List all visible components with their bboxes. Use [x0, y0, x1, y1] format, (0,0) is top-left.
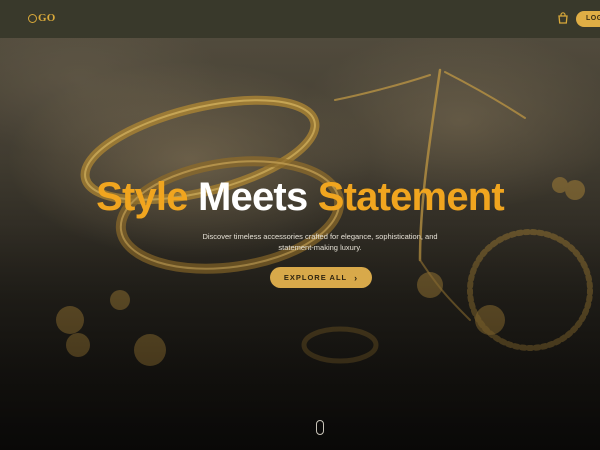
explore-all-label: EXPLORE ALL	[283, 273, 348, 282]
shopping-bag-icon[interactable]	[556, 11, 570, 25]
brand-logo[interactable]: GO	[28, 10, 56, 26]
hero-title-word-statement: Statement	[317, 175, 505, 219]
logo-ring-icon	[28, 13, 37, 23]
hero-subtitle: Discover timeless accessories crafted fo…	[190, 231, 450, 253]
chevron-right-icon: ›	[354, 272, 359, 283]
hero-title-word-meets: Meets	[198, 175, 308, 219]
explore-all-button[interactable]: EXPLORE ALL ›	[270, 267, 372, 288]
hero-subtitle-line-1: Discover timeless accessories crafted fo…	[202, 232, 438, 241]
hero-title: Style Meets Statement	[0, 174, 600, 220]
hero-title-word-style: Style	[96, 175, 188, 219]
hero-overlay	[0, 0, 600, 450]
hero-subtitle-line-2: statement-making luxury.	[278, 243, 362, 252]
scroll-down-indicator-icon[interactable]	[316, 420, 324, 435]
top-navigation-bar: GO LOG	[0, 0, 600, 38]
logo-text: GO	[38, 12, 56, 24]
login-button[interactable]: LOG	[576, 11, 600, 27]
